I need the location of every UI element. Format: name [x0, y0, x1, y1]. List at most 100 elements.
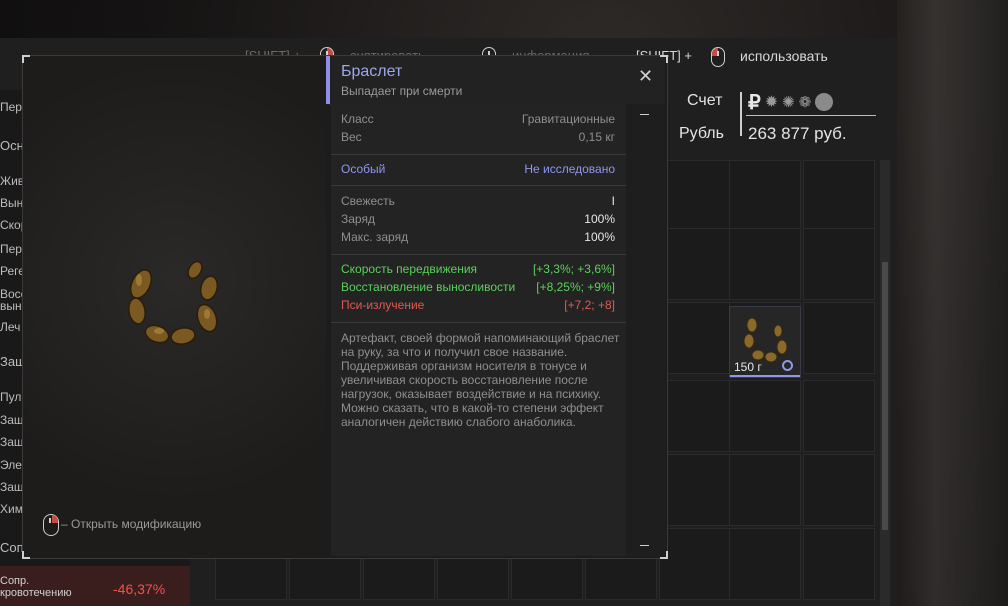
stat-label: Жив	[0, 174, 25, 188]
prop-value: 0,15 кг	[578, 130, 615, 144]
bleeding-resist-row: Сопр. кровотечению -46,37%	[0, 566, 190, 606]
stat-label: Пер	[0, 100, 22, 114]
corner-bracket	[22, 551, 30, 559]
effect-value: [+8,25%; +9%]	[536, 280, 615, 294]
inventory-slot[interactable]	[729, 454, 801, 526]
stat-label: Пул	[0, 390, 22, 404]
corner-bracket	[660, 551, 668, 559]
prop-max-charge: Макс. заряд 100%	[341, 230, 615, 244]
prop-key: Класс	[341, 112, 374, 126]
currency-label: Рубль	[679, 125, 724, 142]
inventory-slot[interactable]	[729, 528, 801, 600]
cone-currency-icon[interactable]: ❁	[799, 93, 812, 111]
inventory-slot[interactable]	[659, 380, 731, 452]
inventory-slot[interactable]	[803, 454, 875, 526]
prop-key: Заряд	[341, 212, 375, 226]
close-icon[interactable]: ✕	[638, 66, 653, 87]
divider	[331, 322, 626, 323]
effect-key: Скорость передвижения	[341, 262, 478, 276]
prop-weight: Вес 0,15 кг	[341, 130, 615, 144]
inventory-slot[interactable]	[729, 380, 801, 452]
inventory-slot[interactable]	[659, 160, 731, 232]
coin-currency-icon[interactable]	[815, 93, 834, 111]
modify-hint[interactable]: – Открыть модификацию	[61, 517, 201, 531]
stat-label: Вын	[0, 196, 24, 210]
effect-value: [+7,2; +8]	[564, 298, 615, 312]
bleeding-value: -46,37%	[113, 581, 166, 597]
effect-psi: Пси-излучение [+7,2; +8]	[341, 298, 615, 312]
inventory-slot[interactable]	[659, 528, 731, 600]
ruble-icon[interactable]: ₽	[748, 90, 761, 115]
mouse-left-icon	[711, 47, 725, 67]
money-underline	[746, 115, 876, 116]
tooltip-side-strip	[626, 104, 665, 556]
prop-freshness: Свежесть I	[341, 194, 615, 208]
prop-special: Особый Не исследовано	[341, 162, 615, 176]
inventory-slot[interactable]	[803, 228, 875, 300]
inventory-slot[interactable]	[803, 528, 875, 600]
collapse-icon[interactable]	[640, 545, 649, 546]
mouse-right-icon	[43, 514, 59, 536]
divider	[331, 254, 626, 255]
effect-stamina: Восстановление выносливости [+8,25%; +9%…	[341, 280, 615, 294]
gear-currency-icon[interactable]: ✹	[765, 92, 778, 112]
item-underline	[730, 375, 800, 377]
inventory-slot[interactable]	[659, 228, 731, 300]
bleeding-label-1: Сопр.	[0, 575, 30, 587]
divider	[331, 185, 626, 186]
item-weight: 150 г	[734, 360, 762, 374]
prop-key: Особый	[341, 162, 386, 176]
scrollbar-thumb[interactable]	[882, 262, 888, 530]
inventory-slot[interactable]	[659, 454, 731, 526]
tooltip-accent-bar	[326, 56, 330, 104]
inventory-slot[interactable]	[803, 302, 875, 374]
prop-value: Не исследовано	[524, 162, 615, 176]
stat-label: Защ	[0, 480, 24, 494]
inventory-slot[interactable]	[729, 228, 801, 300]
collapse-icon[interactable]	[640, 114, 649, 115]
effect-key: Восстановление выносливости	[341, 280, 516, 294]
inventory-slot[interactable]	[729, 160, 801, 232]
effect-value: [+3,3%; +3,6%]	[532, 262, 615, 276]
splash-currency-icon[interactable]: ✺	[782, 93, 795, 111]
corner-bracket	[660, 55, 668, 63]
prop-charge: Заряд 100%	[341, 212, 615, 226]
bracelet-thumb-icon	[743, 317, 788, 363]
item-title: Браслет	[341, 63, 403, 80]
money-divider	[740, 92, 742, 136]
stat-label: Эле	[0, 458, 22, 472]
stat-label: Леч	[0, 320, 21, 334]
item-description: Артефакт, своей формой напоминающий брас…	[341, 331, 620, 429]
item-subtitle: Выпадает при смерти	[341, 84, 463, 98]
stat-label: Хим	[0, 502, 23, 516]
bracelet-artifact-icon	[128, 260, 219, 345]
hint-use-text: использовать	[740, 48, 828, 64]
account-label: Счет	[687, 92, 723, 109]
stat-label: Пер	[0, 242, 22, 256]
prop-value: I	[611, 194, 615, 208]
corner-bracket	[22, 55, 30, 63]
prop-key: Свежесть	[341, 194, 395, 208]
inventory-slot[interactable]	[803, 380, 875, 452]
effect-key: Пси-излучение	[341, 298, 425, 312]
inventory-slot[interactable]	[659, 302, 731, 374]
item-preview: – Открыть модификацию	[23, 56, 326, 556]
clock-icon	[782, 360, 793, 371]
inventory-slot[interactable]	[803, 160, 875, 232]
prop-value: Гравитационные	[521, 112, 615, 126]
stat-label: вын	[0, 299, 22, 313]
background-scene	[897, 0, 1008, 606]
inventory-item-bracelet[interactable]: 150 г	[729, 306, 801, 378]
prop-key: Макс. заряд	[341, 230, 409, 244]
stat-label: Защ	[0, 413, 24, 427]
prop-value: 100%	[584, 212, 615, 226]
bleeding-label-2: кровотечению	[0, 587, 72, 599]
prop-class: Класс Гравитационные	[341, 112, 615, 126]
prop-key: Вес	[341, 130, 362, 144]
money-amount: 263 877 руб.	[748, 124, 847, 143]
currency-icons[interactable]: ₽ ✹ ✺ ❁	[748, 90, 860, 115]
effect-speed: Скорость передвижения [+3,3%; +3,6%]	[341, 262, 615, 276]
prop-value: 100%	[584, 230, 615, 244]
stat-label: Защ	[0, 435, 24, 449]
divider	[331, 154, 626, 155]
